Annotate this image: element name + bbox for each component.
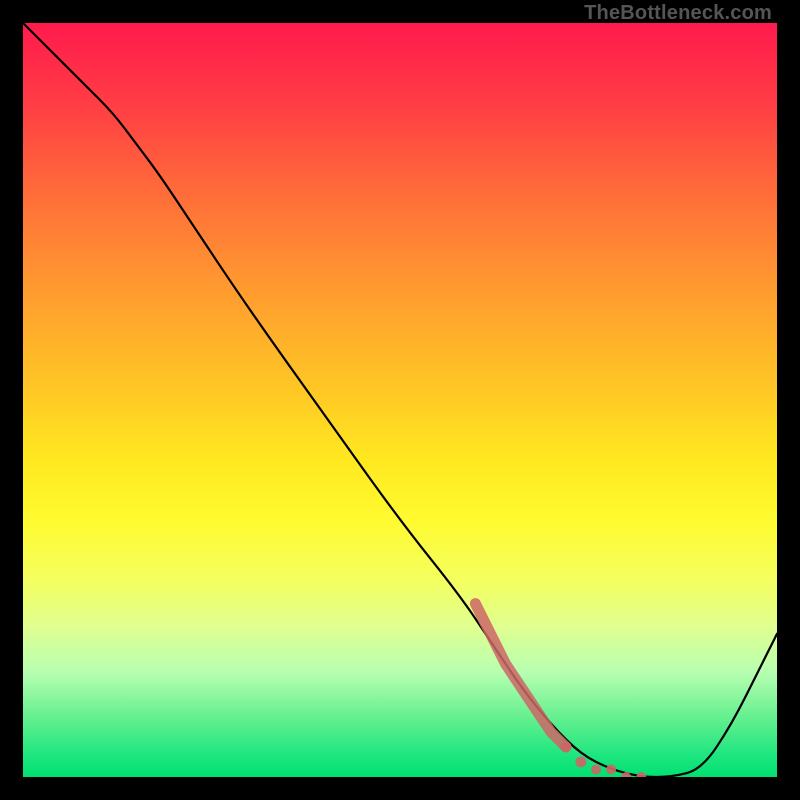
- bottleneck-curve: [23, 23, 777, 777]
- highlight-dot: [575, 756, 586, 767]
- highlight-stroke: [475, 604, 565, 747]
- highlight-markers: [475, 604, 646, 777]
- watermark: TheBottleneck.com: [584, 2, 772, 25]
- plot-area: [23, 23, 777, 777]
- highlight-dot: [636, 772, 646, 777]
- curve-layer: [23, 23, 777, 777]
- highlight-dot: [606, 764, 616, 774]
- highlight-dot: [591, 764, 601, 774]
- highlight-dot: [560, 741, 571, 752]
- chart-frame: TheBottleneck.com: [0, 0, 800, 800]
